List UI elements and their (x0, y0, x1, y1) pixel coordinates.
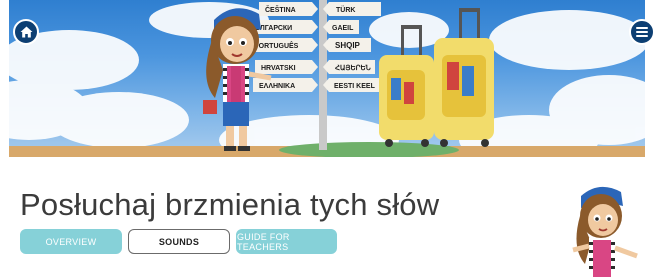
hamburger-menu-icon (636, 27, 648, 37)
sign-hrvatski: HRVATSKI (261, 65, 296, 72)
home-icon (20, 26, 32, 38)
page: ČEŠTINA TÜRK БЪЛГАРСКИ GAEIL PORTUGUÊS S… (0, 0, 654, 277)
sign-armenian: ՀԱՅԵՐԵՆ (335, 64, 371, 72)
sign-gaeil: GAEIL (332, 25, 354, 32)
sign-shqip: SHQIP (335, 41, 361, 50)
sign-turk: TÜRK (336, 5, 355, 14)
page-title: Posłuchaj brzmienia tych słów (20, 187, 440, 222)
tab-guide-for-teachers[interactable]: GUIDE FOR TEACHERS (236, 229, 337, 254)
banner-illustration: ČEŠTINA TÜRK БЪЛГАРСКИ GAEIL PORTUGUÊS S… (9, 0, 645, 157)
sign-ellinika: ΕΛΛΗΝΙΚΑ (259, 83, 295, 90)
home-button[interactable] (13, 19, 39, 45)
tab-sounds[interactable]: SOUNDS (128, 229, 230, 254)
sign-cestina: ČEŠTINA (265, 5, 296, 14)
girl-mascot-illustration (565, 182, 645, 277)
tab-overview[interactable]: OVERVIEW (20, 229, 122, 254)
sign-eesti: EESTI KEEL (334, 83, 376, 90)
menu-button[interactable] (629, 19, 654, 45)
sign-portugues: PORTUGUÊS (254, 41, 299, 50)
hero-banner: ČEŠTINA TÜRK БЪЛГАРСКИ GAEIL PORTUGUÊS S… (9, 0, 645, 157)
tab-bar: OVERVIEW SOUNDS GUIDE FOR TEACHERS (20, 229, 337, 254)
